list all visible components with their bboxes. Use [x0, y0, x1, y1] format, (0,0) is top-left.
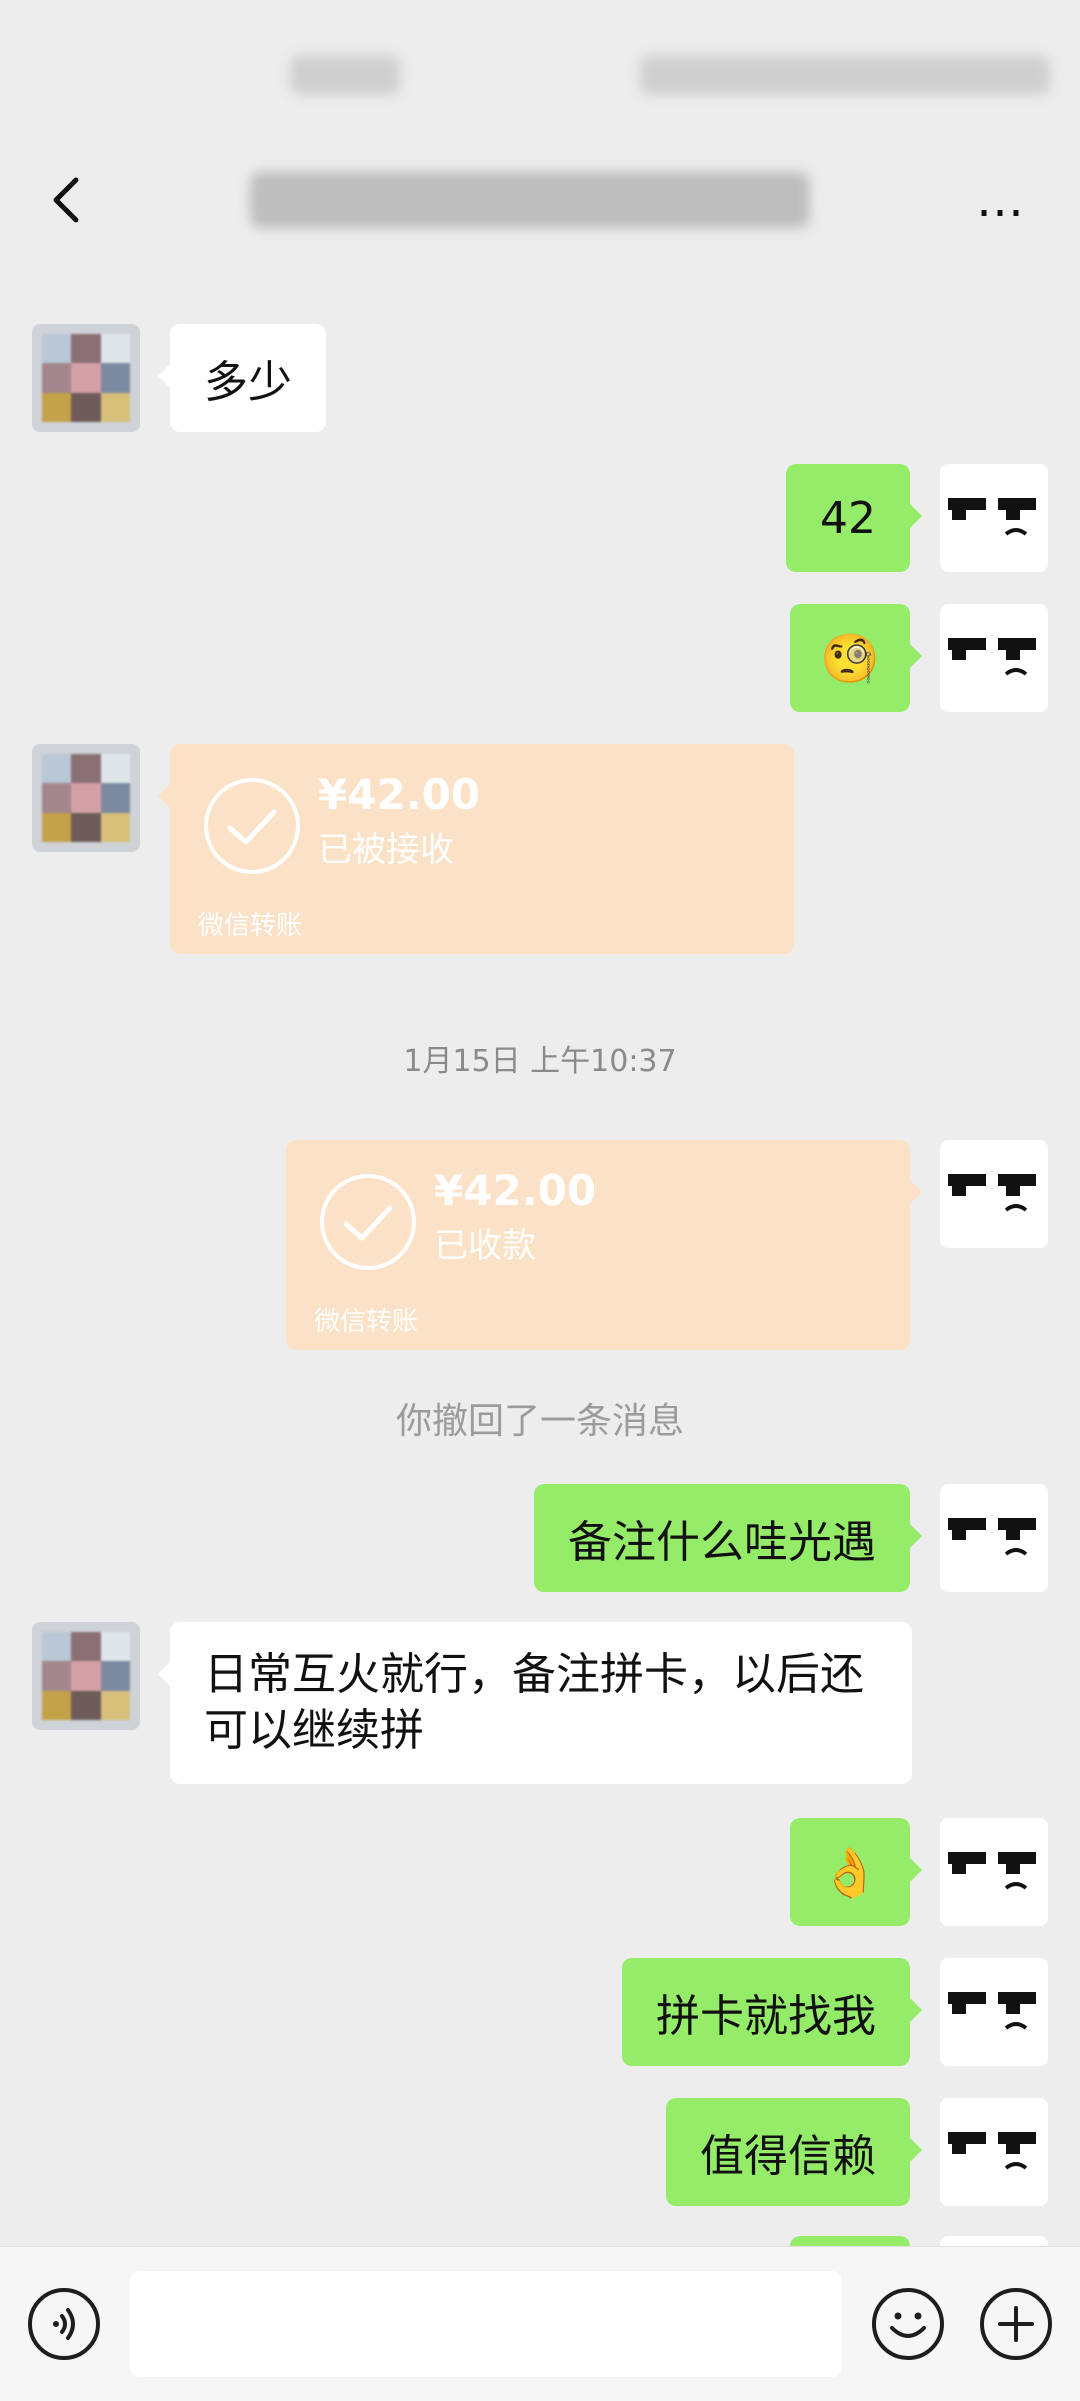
- avatar[interactable]: [940, 1958, 1048, 2066]
- message-input[interactable]: [130, 2271, 842, 2377]
- message-bubble[interactable]: 42: [786, 464, 922, 572]
- more-button[interactable]: …: [960, 170, 1040, 230]
- avatar[interactable]: [940, 1484, 1048, 1592]
- avatar[interactable]: [32, 1622, 140, 1730]
- message-text: 拼卡就找我: [656, 1991, 876, 2042]
- message-text: 日常互火就行，备注拼卡，以后还可以继续拼: [204, 1649, 864, 1756]
- transfer-status: 已收款: [434, 1226, 536, 1266]
- sunglasses-face-icon: [948, 1518, 1036, 1556]
- emoji-ok-hand-icon: 👌: [820, 1844, 880, 1901]
- transfer-footer: 微信转账: [314, 1307, 419, 1337]
- check-circle-icon: [204, 778, 300, 874]
- system-message: 你撤回了一条消息: [395, 1401, 684, 1442]
- message-text: 备注什么哇光遇: [568, 1517, 876, 1568]
- avatar[interactable]: [32, 744, 140, 852]
- message-bubble[interactable]: 备注什么哇光遇: [534, 1484, 922, 1592]
- check-circle-icon: [320, 1174, 416, 1270]
- input-bar: [0, 2246, 1080, 2401]
- message-bubble[interactable]: 拼卡就找我: [622, 1958, 922, 2066]
- avatar[interactable]: [32, 324, 140, 432]
- message-bubble[interactable]: 👌: [790, 1818, 922, 1926]
- transfer-card[interactable]: ¥42.00 已收款 微信转账: [286, 1140, 922, 1350]
- avatar[interactable]: [940, 1818, 1048, 1926]
- chevron-left-icon: [53, 177, 79, 223]
- emoji-button[interactable]: [872, 2288, 944, 2360]
- message-text: 多少: [204, 357, 292, 408]
- status-bar: [0, 0, 1080, 150]
- sunglasses-face-icon: [948, 1174, 1036, 1212]
- transfer-amount: ¥42.00: [434, 1166, 597, 1215]
- message-bubble[interactable]: 值得信赖: [666, 2098, 922, 2206]
- avatar[interactable]: [940, 604, 1048, 712]
- sunglasses-face-icon: [948, 498, 1036, 536]
- timestamp: 1月15日 上午10:37: [403, 1044, 677, 1079]
- message-bubble[interactable]: 日常互火就行，备注拼卡，以后还可以继续拼: [158, 1622, 912, 1784]
- message-text: 值得信赖: [700, 2131, 876, 2182]
- transfer-card[interactable]: ¥42.00 已被接收 微信转账: [158, 744, 794, 954]
- avatar[interactable]: [940, 2098, 1048, 2206]
- plus-button[interactable]: [980, 2288, 1052, 2360]
- transfer-amount: ¥42.00: [318, 770, 481, 819]
- status-indicators: [640, 55, 1050, 95]
- message-text: 42: [820, 492, 876, 544]
- emoji-monocle-icon: 🧐: [820, 630, 880, 687]
- message-bubble[interactable]: 🧐: [790, 604, 922, 712]
- sunglasses-face-icon: [948, 1992, 1036, 2030]
- transfer-footer: 微信转账: [198, 911, 303, 941]
- sunglasses-face-icon: [948, 638, 1036, 676]
- voice-icon: [53, 2308, 75, 2340]
- avatar[interactable]: [940, 464, 1048, 572]
- transfer-status: 已被接收: [318, 830, 454, 870]
- voice-button[interactable]: [28, 2288, 100, 2360]
- sunglasses-face-icon: [948, 2132, 1036, 2170]
- plus-icon: [998, 2306, 1034, 2342]
- sunglasses-face-icon: [948, 1852, 1036, 1890]
- smiley-icon: [890, 2312, 926, 2338]
- chat-header: …: [0, 150, 1080, 250]
- message-bubble[interactable]: 多少: [158, 324, 326, 432]
- back-button[interactable]: [40, 170, 100, 230]
- chat-title: [250, 172, 810, 228]
- avatar[interactable]: [940, 1140, 1048, 1248]
- status-time: [290, 55, 400, 95]
